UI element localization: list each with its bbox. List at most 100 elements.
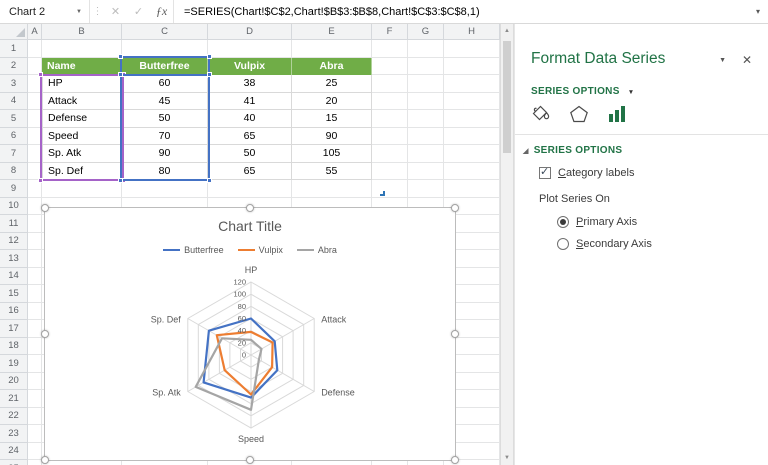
scroll-up-icon[interactable]: ▲ (501, 24, 513, 38)
table-cell-sp-atk-1[interactable]: 90 (122, 145, 208, 163)
row-header-10[interactable]: 10 (0, 197, 28, 215)
name-box[interactable]: Chart 2 ▼ (0, 0, 90, 23)
row-header-16[interactable]: 16 (0, 302, 28, 320)
table-cell-hp-0[interactable]: HP (42, 75, 122, 93)
table-header-vulpix[interactable]: Vulpix (208, 57, 292, 75)
primary-axis-label[interactable]: Primary Axis (576, 216, 637, 228)
table-header-name[interactable]: Name (42, 57, 122, 75)
chart-selection-handle[interactable] (41, 204, 49, 212)
secondary-axis-label[interactable]: Secondary Axis (576, 238, 652, 250)
formula-input[interactable]: =SERIES(Chart!$C$2,Chart!$B$3:$B$8,Chart… (173, 0, 748, 23)
column-header-d[interactable]: D (208, 24, 292, 40)
row-header-3[interactable]: 3 (0, 75, 28, 93)
radar-category-label-sp-atk[interactable]: Sp. Atk (152, 388, 181, 398)
row-header-18[interactable]: 18 (0, 337, 28, 355)
table-cell-attack-2[interactable]: 41 (208, 92, 292, 110)
table-cell-sp-atk-3[interactable]: 105 (292, 145, 372, 163)
table-header-abra[interactable]: Abra (292, 57, 372, 75)
table-cell-sp-atk-0[interactable]: Sp. Atk (42, 145, 122, 163)
table-cell-attack-1[interactable]: 45 (122, 92, 208, 110)
table-cell-hp-2[interactable]: 38 (208, 75, 292, 93)
legend-item-vulpix[interactable]: Vulpix (237, 245, 283, 255)
row-header-13[interactable]: 13 (0, 250, 28, 268)
legend-item-butterfree[interactable]: Butterfree (163, 245, 224, 255)
pane-options-icon[interactable]: ▼ (719, 57, 726, 64)
radar-category-label-hp[interactable]: HP (245, 265, 258, 275)
secondary-axis-row[interactable]: Secondary Axis (557, 238, 652, 250)
series-options-dropdown[interactable]: SERIES OPTIONS ▼ (531, 86, 635, 97)
chart-selection-handle[interactable] (451, 330, 459, 338)
radar-category-label-speed[interactable]: Speed (238, 434, 264, 444)
fill-line-tab[interactable] (529, 102, 553, 126)
row-header-15[interactable]: 15 (0, 285, 28, 303)
effects-tab[interactable] (567, 102, 591, 126)
chart-title[interactable]: Chart Title (45, 218, 455, 234)
table-cell-speed-2[interactable]: 65 (208, 127, 292, 145)
radar-category-label-defense[interactable]: Defense (321, 388, 355, 398)
row-header-12[interactable]: 12 (0, 232, 28, 250)
chart-selection-handle[interactable] (41, 330, 49, 338)
row-header-21[interactable]: 21 (0, 390, 28, 408)
name-box-dropdown-icon[interactable]: ▼ (69, 9, 89, 15)
table-cell-sp-def-0[interactable]: Sp. Def (42, 162, 122, 180)
table-cell-speed-3[interactable]: 90 (292, 127, 372, 145)
table-cell-defense-3[interactable]: 15 (292, 110, 372, 128)
chart-selection-handle[interactable] (451, 456, 459, 464)
table-cell-speed-1[interactable]: 70 (122, 127, 208, 145)
column-header-g[interactable]: G (408, 24, 444, 40)
chart-legend[interactable]: Butterfree Vulpix Abra (45, 245, 455, 255)
column-header-f[interactable]: F (372, 24, 408, 40)
category-labels-checkbox[interactable]: ✓ (539, 166, 551, 179)
select-all-corner[interactable] (0, 24, 28, 40)
table-cell-attack-0[interactable]: Attack (42, 92, 122, 110)
chart-selection-handle[interactable] (246, 456, 254, 464)
row-header-14[interactable]: 14 (0, 267, 28, 285)
cancel-button[interactable]: ✕ (104, 0, 127, 23)
primary-axis-row[interactable]: Primary Axis (557, 216, 637, 228)
legend-item-abra[interactable]: Abra (296, 245, 337, 255)
table-cell-attack-3[interactable]: 20 (292, 92, 372, 110)
series-options-section-header[interactable]: ◢ SERIES OPTIONS (523, 145, 622, 156)
row-header-25[interactable]: 25 (0, 460, 28, 465)
formula-bar-expand-icon[interactable]: ▾ (748, 7, 768, 16)
chart-selection-handle[interactable] (451, 204, 459, 212)
pane-close-icon[interactable]: ✕ (742, 53, 752, 67)
column-header-c[interactable]: C (122, 24, 208, 40)
row-header-19[interactable]: 19 (0, 355, 28, 373)
row-header-2[interactable]: 2 (0, 57, 28, 75)
row-header-5[interactable]: 5 (0, 110, 28, 128)
table-cell-defense-1[interactable]: 50 (122, 110, 208, 128)
row-header-24[interactable]: 24 (0, 442, 28, 460)
insert-function-button[interactable]: ƒx (150, 0, 173, 23)
chart-selection-handle[interactable] (41, 456, 49, 464)
row-header-7[interactable]: 7 (0, 145, 28, 163)
column-header-b[interactable]: B (42, 24, 122, 40)
chart-object[interactable]: Chart Title Butterfree Vulpix Abra 0 20 40 60… (41, 204, 459, 464)
column-header-a[interactable]: A (28, 24, 42, 40)
table-cell-defense-2[interactable]: 40 (208, 110, 292, 128)
table-cell-defense-0[interactable]: Defense (42, 110, 122, 128)
secondary-axis-radio[interactable] (557, 238, 569, 250)
category-labels-label[interactable]: Category labels (558, 167, 634, 179)
row-header-9[interactable]: 9 (0, 180, 28, 198)
column-header-h[interactable]: H (444, 24, 500, 40)
table-header-butterfree[interactable]: Butterfree (122, 57, 208, 75)
row-header-8[interactable]: 8 (0, 162, 28, 180)
row-header-11[interactable]: 11 (0, 215, 28, 233)
formula-bar-splitter-icon[interactable]: ⋮ (90, 6, 104, 17)
radar-category-label-attack[interactable]: Attack (321, 315, 347, 325)
scroll-down-icon[interactable]: ▼ (501, 451, 513, 465)
vertical-scrollbar[interactable]: ▲ ▼ (500, 24, 514, 465)
sheet-grid[interactable]: Name Butterfree Vulpix Abra HP 60 38 25 Attack 45… (28, 40, 500, 465)
chart-selection-handle[interactable] (246, 204, 254, 212)
table-cell-sp-def-2[interactable]: 65 (208, 162, 292, 180)
enter-button[interactable]: ✓ (127, 0, 150, 23)
table-cell-sp-def-3[interactable]: 55 (292, 162, 372, 180)
radar-category-label-sp-def[interactable]: Sp. Def (151, 315, 182, 325)
table-cell-hp-3[interactable]: 25 (292, 75, 372, 93)
row-header-6[interactable]: 6 (0, 127, 28, 145)
category-labels-row[interactable]: ✓ Category labels (539, 166, 634, 179)
row-header-22[interactable]: 22 (0, 407, 28, 425)
row-header-1[interactable]: 1 (0, 40, 28, 58)
scrollbar-thumb[interactable] (503, 41, 511, 153)
